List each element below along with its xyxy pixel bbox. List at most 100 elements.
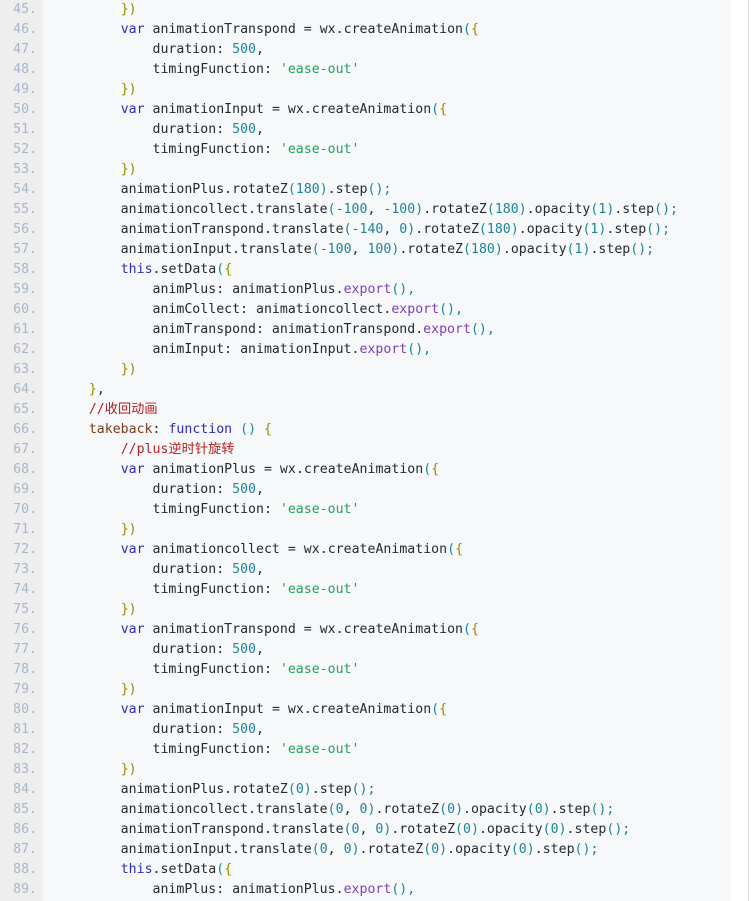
- code-line-text: }): [57, 0, 137, 20]
- code-line-text: animationcollect.translate(0, 0).rotateZ…: [57, 800, 615, 820]
- code-line[interactable]: 89. animPlus: animationPlus.export(),: [0, 880, 731, 900]
- code-token: ();: [367, 182, 392, 197]
- code-line[interactable]: 46. var animationTranspond = wx.createAn…: [0, 20, 731, 40]
- code-token: .: [295, 462, 304, 477]
- code-token: timingFunction: [57, 582, 264, 597]
- code-line[interactable]: 83. }): [0, 760, 731, 780]
- code-line[interactable]: 70. timingFunction: 'ease-out': [0, 500, 731, 520]
- code-line[interactable]: 58. this.setData({: [0, 260, 731, 280]
- code-token: var: [120, 22, 145, 37]
- code-line[interactable]: 69. duration: 500,: [0, 480, 731, 500]
- code-line[interactable]: 61. animTranspond: animationTranspond.ex…: [0, 320, 731, 340]
- code-line[interactable]: 53. }): [0, 160, 731, 180]
- code-token: .: [311, 782, 320, 797]
- code-line[interactable]: 79. }): [0, 680, 731, 700]
- code-line[interactable]: 54. animationPlus.rotateZ(180).step();: [0, 180, 731, 200]
- code-line[interactable]: 56. animationTranspond.translate(-140, 0…: [0, 220, 731, 240]
- code-line[interactable]: 85. animationcollect.translate(0, 0).rot…: [0, 800, 731, 820]
- code-token: duration: [57, 122, 217, 137]
- code-line[interactable]: 72. var animationcollect = wx.createAnim…: [0, 540, 731, 560]
- code-token: rotateZ: [423, 222, 479, 237]
- code-line[interactable]: 50. var animationInput = wx.createAnimat…: [0, 100, 731, 120]
- code-token: -100: [319, 242, 352, 257]
- code-pane[interactable]: 45. }) 46. var animationTranspond = wx.cr…: [0, 0, 731, 901]
- code-token: (: [542, 822, 551, 837]
- code-line[interactable]: 52. timingFunction: 'ease-out': [0, 140, 731, 160]
- code-token: opacity: [486, 822, 543, 837]
- code-line[interactable]: 65. //收回动画: [0, 400, 731, 420]
- code-line[interactable]: 48. timingFunction: 'ease-out': [0, 60, 731, 80]
- code-token: 500: [232, 722, 257, 737]
- line-number: 77.: [13, 642, 37, 657]
- code-line[interactable]: 87. animationInput.translate(0, 0).rotat…: [0, 840, 731, 860]
- code-token: ,: [359, 822, 376, 837]
- code-line[interactable]: 68. var animationPlus = wx.createAnimati…: [0, 460, 731, 480]
- code-token: timingFunction: [57, 62, 264, 77]
- code-token: animationTranspond: [271, 322, 416, 337]
- code-line[interactable]: 59. animPlus: animationPlus.export(),: [0, 280, 731, 300]
- code-token: ();: [646, 222, 671, 237]
- code-token: .: [518, 222, 527, 237]
- code-editor[interactable]: 45. }) 46. var animationTranspond = wx.cr…: [0, 0, 751, 901]
- line-number: 70.: [13, 502, 37, 517]
- code-token: 0: [550, 822, 559, 837]
- code-token: takeback: [88, 422, 153, 437]
- code-line[interactable]: 55. animationcollect.translate(-100, -10…: [0, 200, 731, 220]
- code-line[interactable]: 78. timingFunction: 'ease-out': [0, 660, 731, 680]
- code-line[interactable]: 62. animInput: animationInput.export(),: [0, 340, 731, 360]
- code-line[interactable]: 73. duration: 500,: [0, 560, 731, 580]
- code-token: animationcollect: [57, 202, 249, 217]
- code-token: step: [542, 842, 575, 857]
- code-line[interactable]: 51. duration: 500,: [0, 120, 731, 140]
- line-number: 83.: [13, 762, 37, 777]
- code-line[interactable]: 75. }): [0, 600, 731, 620]
- code-token: }): [120, 682, 137, 697]
- code-token: 0: [351, 822, 360, 837]
- code-line[interactable]: 81. duration: 500,: [0, 720, 731, 740]
- line-number: 62.: [13, 342, 37, 357]
- code-line[interactable]: 86. animationTranspond.translate(0, 0).r…: [0, 820, 731, 840]
- line-number: 58.: [13, 262, 37, 277]
- code-line[interactable]: 45. }): [0, 0, 731, 20]
- code-line[interactable]: 76. var animationTranspond = wx.createAn…: [0, 620, 731, 640]
- code-line[interactable]: 80. var animationInput = wx.createAnimat…: [0, 700, 731, 720]
- code-token: ,: [256, 482, 264, 497]
- code-token: .: [447, 842, 456, 857]
- code-token: {: [470, 22, 479, 37]
- line-number: 87.: [13, 842, 37, 857]
- code-line[interactable]: 74. timingFunction: 'ease-out': [0, 580, 731, 600]
- code-token: -100: [383, 202, 416, 217]
- code-line[interactable]: 71. }): [0, 520, 731, 540]
- code-line[interactable]: 47. duration: 500,: [0, 40, 731, 60]
- code-line[interactable]: 64. },: [0, 380, 731, 400]
- code-token: ): [455, 802, 464, 817]
- code-line[interactable]: 63. }): [0, 360, 731, 380]
- code-line[interactable]: 77. duration: 500,: [0, 640, 731, 660]
- code-line[interactable]: 84. animationPlus.rotateZ(0).step();: [0, 780, 731, 800]
- code-line[interactable]: 49. }): [0, 80, 731, 100]
- code-token: wx: [295, 542, 320, 557]
- code-line[interactable]: 88. this.setData({: [0, 860, 731, 880]
- code-token: ();: [654, 202, 678, 217]
- code-lines-container[interactable]: 45. }) 46. var animationTranspond = wx.cr…: [0, 0, 731, 900]
- code-line[interactable]: 60. animCollect: animationcollect.export…: [0, 300, 731, 320]
- code-token: ,: [256, 642, 264, 657]
- code-line-text: takeback: function () {: [57, 420, 272, 440]
- code-token: 500: [232, 122, 257, 137]
- code-token: animCollect: [57, 302, 241, 317]
- code-line[interactable]: 67. //plus逆时针旋转: [0, 440, 731, 460]
- code-line-text: animTranspond: animationTranspond.export…: [57, 320, 495, 340]
- code-token: opacity: [526, 222, 583, 237]
- code-token: ): [470, 822, 479, 837]
- code-line-text: animCollect: animationcollect.export(),: [57, 300, 463, 320]
- code-line[interactable]: 57. animationInput.translate(-100, 100).…: [0, 240, 731, 260]
- code-line[interactable]: 66. takeback: function () {: [0, 420, 731, 440]
- code-token: :: [263, 142, 280, 157]
- code-token: ();: [606, 822, 631, 837]
- code-line[interactable]: 82. timingFunction: 'ease-out': [0, 740, 731, 760]
- code-token: timingFunction: [57, 742, 264, 757]
